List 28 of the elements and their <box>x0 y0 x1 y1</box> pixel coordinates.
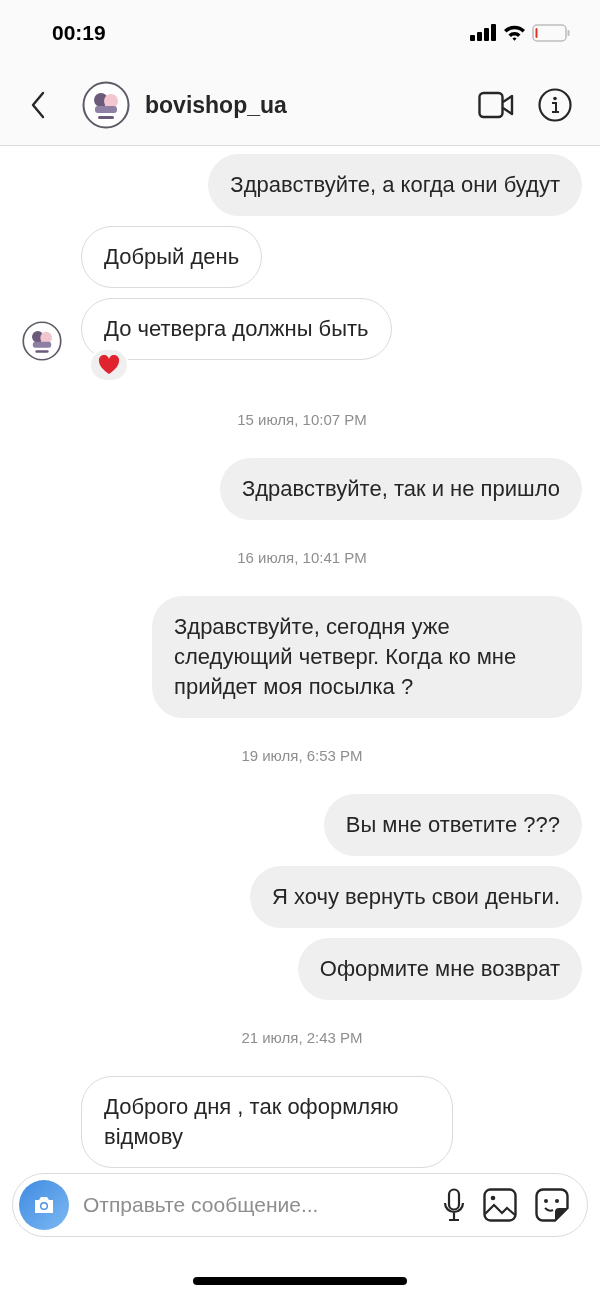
info-button[interactable] <box>536 86 574 124</box>
video-call-button[interactable] <box>476 89 516 121</box>
timestamp: 19 июля, 6:53 PM <box>241 746 363 766</box>
timestamp: 21 июля, 2:43 PM <box>241 1028 363 1048</box>
wifi-icon <box>503 24 526 41</box>
signal-icon <box>470 24 497 41</box>
sticker-icon[interactable] <box>535 1188 569 1222</box>
avatar <box>22 321 62 361</box>
gallery-icon[interactable] <box>483 1188 517 1222</box>
sent-message: Здравствуйте, а когда они будут <box>208 154 582 216</box>
sent-message: Оформите мне возврат <box>297 938 582 1000</box>
status-time: 00:19 <box>52 20 107 45</box>
sent-message: Вы мне ответите ??? <box>323 794 582 856</box>
battery-icon <box>532 23 570 42</box>
avatar <box>82 81 130 129</box>
camera-icon[interactable] <box>33 1196 55 1214</box>
sent-message: Здравствуйте, так и не пришло <box>220 458 582 520</box>
timestamp: 16 июля, 10:41 PM <box>237 548 367 568</box>
message-input[interactable]: Отправьте сообщение... <box>81 1192 425 1218</box>
received-message: Доброго дня , так оформляю відмову <box>81 1076 453 1168</box>
timestamp: 15 июля, 10:07 PM <box>237 410 367 430</box>
microphone-icon[interactable] <box>443 1188 465 1222</box>
username[interactable]: bovishop_ua <box>145 91 287 119</box>
sent-message: Здравствуйте, сегодня уже следующий четверг. Когда ко мне прийдет моя посылка ? <box>152 596 582 718</box>
received-message: Добрый день <box>81 226 263 288</box>
received-message: До четверга должны быть <box>81 298 392 360</box>
sent-message: Я хочу вернуть свои деньги. <box>250 866 582 928</box>
camera-button[interactable] <box>19 1180 69 1230</box>
